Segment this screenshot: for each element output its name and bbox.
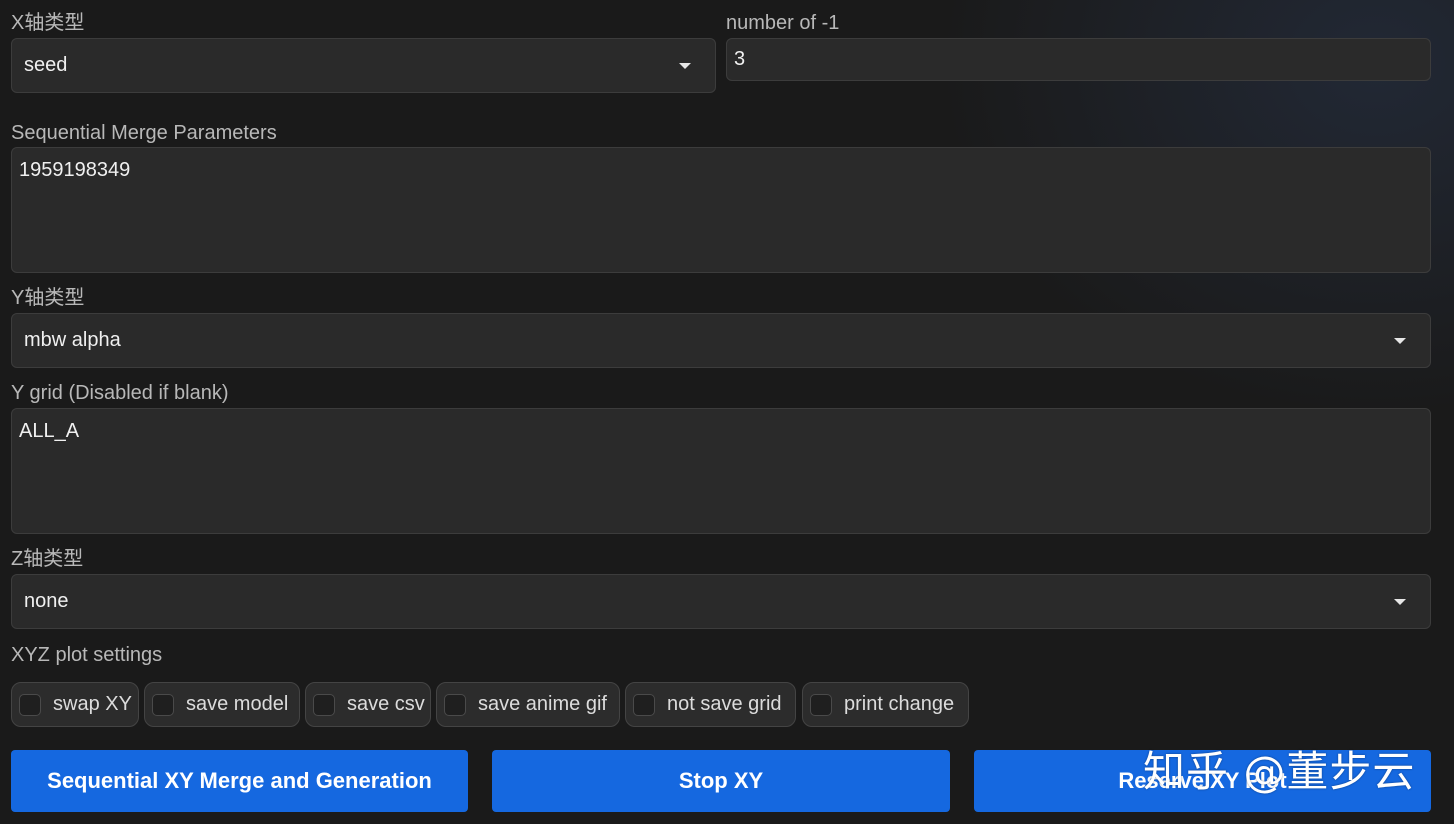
- swap-xy-label: swap XY: [53, 693, 132, 715]
- checkbox-icon: [313, 693, 335, 716]
- number-of-input[interactable]: 3: [726, 38, 1431, 81]
- save-anime-gif-label: save anime gif: [478, 693, 607, 715]
- checkbox-icon: [19, 693, 41, 716]
- save-csv-checkbox[interactable]: save csv: [305, 682, 431, 727]
- save-model-label: save model: [186, 693, 289, 715]
- checkbox-icon: [810, 693, 832, 716]
- sequential-merge-value: 1959198349: [19, 159, 131, 181]
- checkbox-icon: [152, 693, 174, 716]
- x-axis-type-value: seed: [24, 54, 68, 76]
- z-axis-type-label: Z轴类型: [11, 548, 84, 570]
- y-axis-type-value: mbw alpha: [24, 329, 121, 351]
- save-csv-label: save csv: [347, 693, 425, 715]
- y-grid-label: Y grid (Disabled if blank): [11, 382, 229, 404]
- y-grid-textarea[interactable]: ALL_A: [11, 408, 1431, 534]
- x-axis-type-dropdown[interactable]: seed: [11, 38, 716, 93]
- sequential-merge-label: Sequential Merge Parameters: [11, 122, 277, 144]
- zhihu-watermark: 知乎 @董步云: [1143, 747, 1416, 796]
- xyz-plot-settings-label: XYZ plot settings: [11, 644, 163, 666]
- chevron-down-icon: [679, 62, 691, 69]
- print-change-label: print change: [844, 693, 955, 715]
- y-axis-type-dropdown[interactable]: mbw alpha: [11, 313, 1431, 368]
- checkbox-icon: [444, 693, 466, 716]
- y-grid-value: ALL_A: [19, 420, 80, 442]
- number-of-value: 3: [734, 48, 746, 70]
- not-save-grid-label: not save grid: [667, 693, 782, 715]
- print-change-checkbox[interactable]: print change: [802, 682, 969, 727]
- save-model-checkbox[interactable]: save model: [144, 682, 300, 727]
- z-axis-type-value: none: [24, 590, 69, 612]
- chevron-down-icon: [1394, 598, 1406, 605]
- checkbox-icon: [633, 693, 655, 716]
- number-of-label: number of -1: [726, 12, 840, 34]
- not-save-grid-checkbox[interactable]: not save grid: [625, 682, 796, 727]
- swap-xy-checkbox[interactable]: swap XY: [11, 682, 139, 727]
- stop-xy-button[interactable]: Stop XY: [492, 750, 950, 812]
- z-axis-type-dropdown[interactable]: none: [11, 574, 1431, 629]
- x-axis-type-label: X轴类型: [11, 12, 85, 34]
- sequential-merge-generation-button[interactable]: Sequential XY Merge and Generation: [11, 750, 468, 812]
- sequential-merge-textarea[interactable]: 1959198349: [11, 147, 1431, 273]
- y-axis-type-label: Y轴类型: [11, 287, 85, 309]
- chevron-down-icon: [1394, 337, 1406, 344]
- save-anime-gif-checkbox[interactable]: save anime gif: [436, 682, 620, 727]
